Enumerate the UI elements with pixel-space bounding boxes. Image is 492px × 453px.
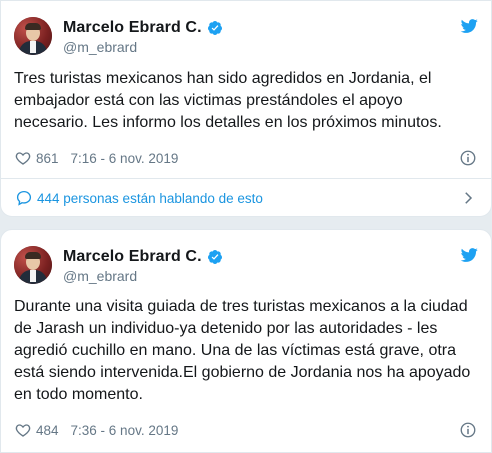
like-count[interactable]: 861: [36, 151, 59, 166]
tweet-header: Marcelo Ebrard C. @m_ebrard: [14, 17, 479, 57]
author-name-row[interactable]: Marcelo Ebrard C.: [63, 18, 223, 38]
tweet-text: Tres turistas mexicanos han sido agredid…: [14, 70, 442, 131]
avatar[interactable]: [14, 246, 52, 284]
conversation-text[interactable]: 444 personas están hablando de esto: [37, 191, 263, 206]
author-name-row[interactable]: Marcelo Ebrard C.: [63, 247, 223, 267]
tweet-card[interactable]: Marcelo Ebrard C. @m_ebrard Tres turista…: [0, 0, 492, 217]
tweet-meta: 861 7:16 - 6 nov. 2019: [15, 149, 477, 167]
avatar[interactable]: [14, 17, 52, 55]
twitter-bird-icon[interactable]: [459, 246, 479, 264]
verified-badge-icon: [207, 21, 222, 35]
author-name[interactable]: Marcelo Ebrard C.: [63, 248, 202, 266]
chevron-right-icon[interactable]: [459, 189, 477, 207]
tweet-card[interactable]: Marcelo Ebrard C. @m_ebrard Durante una …: [0, 229, 492, 453]
info-icon[interactable]: [459, 149, 477, 167]
like-count[interactable]: 484: [36, 423, 59, 438]
tweet-header: Marcelo Ebrard C. @m_ebrard: [14, 246, 479, 286]
info-icon[interactable]: [459, 421, 477, 439]
author-handle[interactable]: @m_ebrard: [63, 39, 137, 55]
author-name[interactable]: Marcelo Ebrard C.: [63, 19, 202, 37]
heart-icon[interactable]: [15, 422, 31, 438]
author-handle[interactable]: @m_ebrard: [63, 268, 137, 284]
verified-badge-icon: [207, 250, 222, 264]
speech-bubble-icon: [16, 190, 32, 206]
tweet-meta: 484 7:36 - 6 nov. 2019: [15, 421, 477, 439]
tweet-text: Durante una visita guiada de tres turist…: [14, 298, 471, 403]
twitter-bird-icon[interactable]: [459, 17, 479, 35]
tweet-timestamp[interactable]: 7:36 - 6 nov. 2019: [71, 423, 179, 438]
divider: [1, 178, 491, 179]
heart-icon[interactable]: [15, 150, 31, 166]
conversation-link[interactable]: 444 personas están hablando de esto: [15, 188, 477, 208]
tweet-timestamp[interactable]: 7:16 - 6 nov. 2019: [71, 151, 179, 166]
